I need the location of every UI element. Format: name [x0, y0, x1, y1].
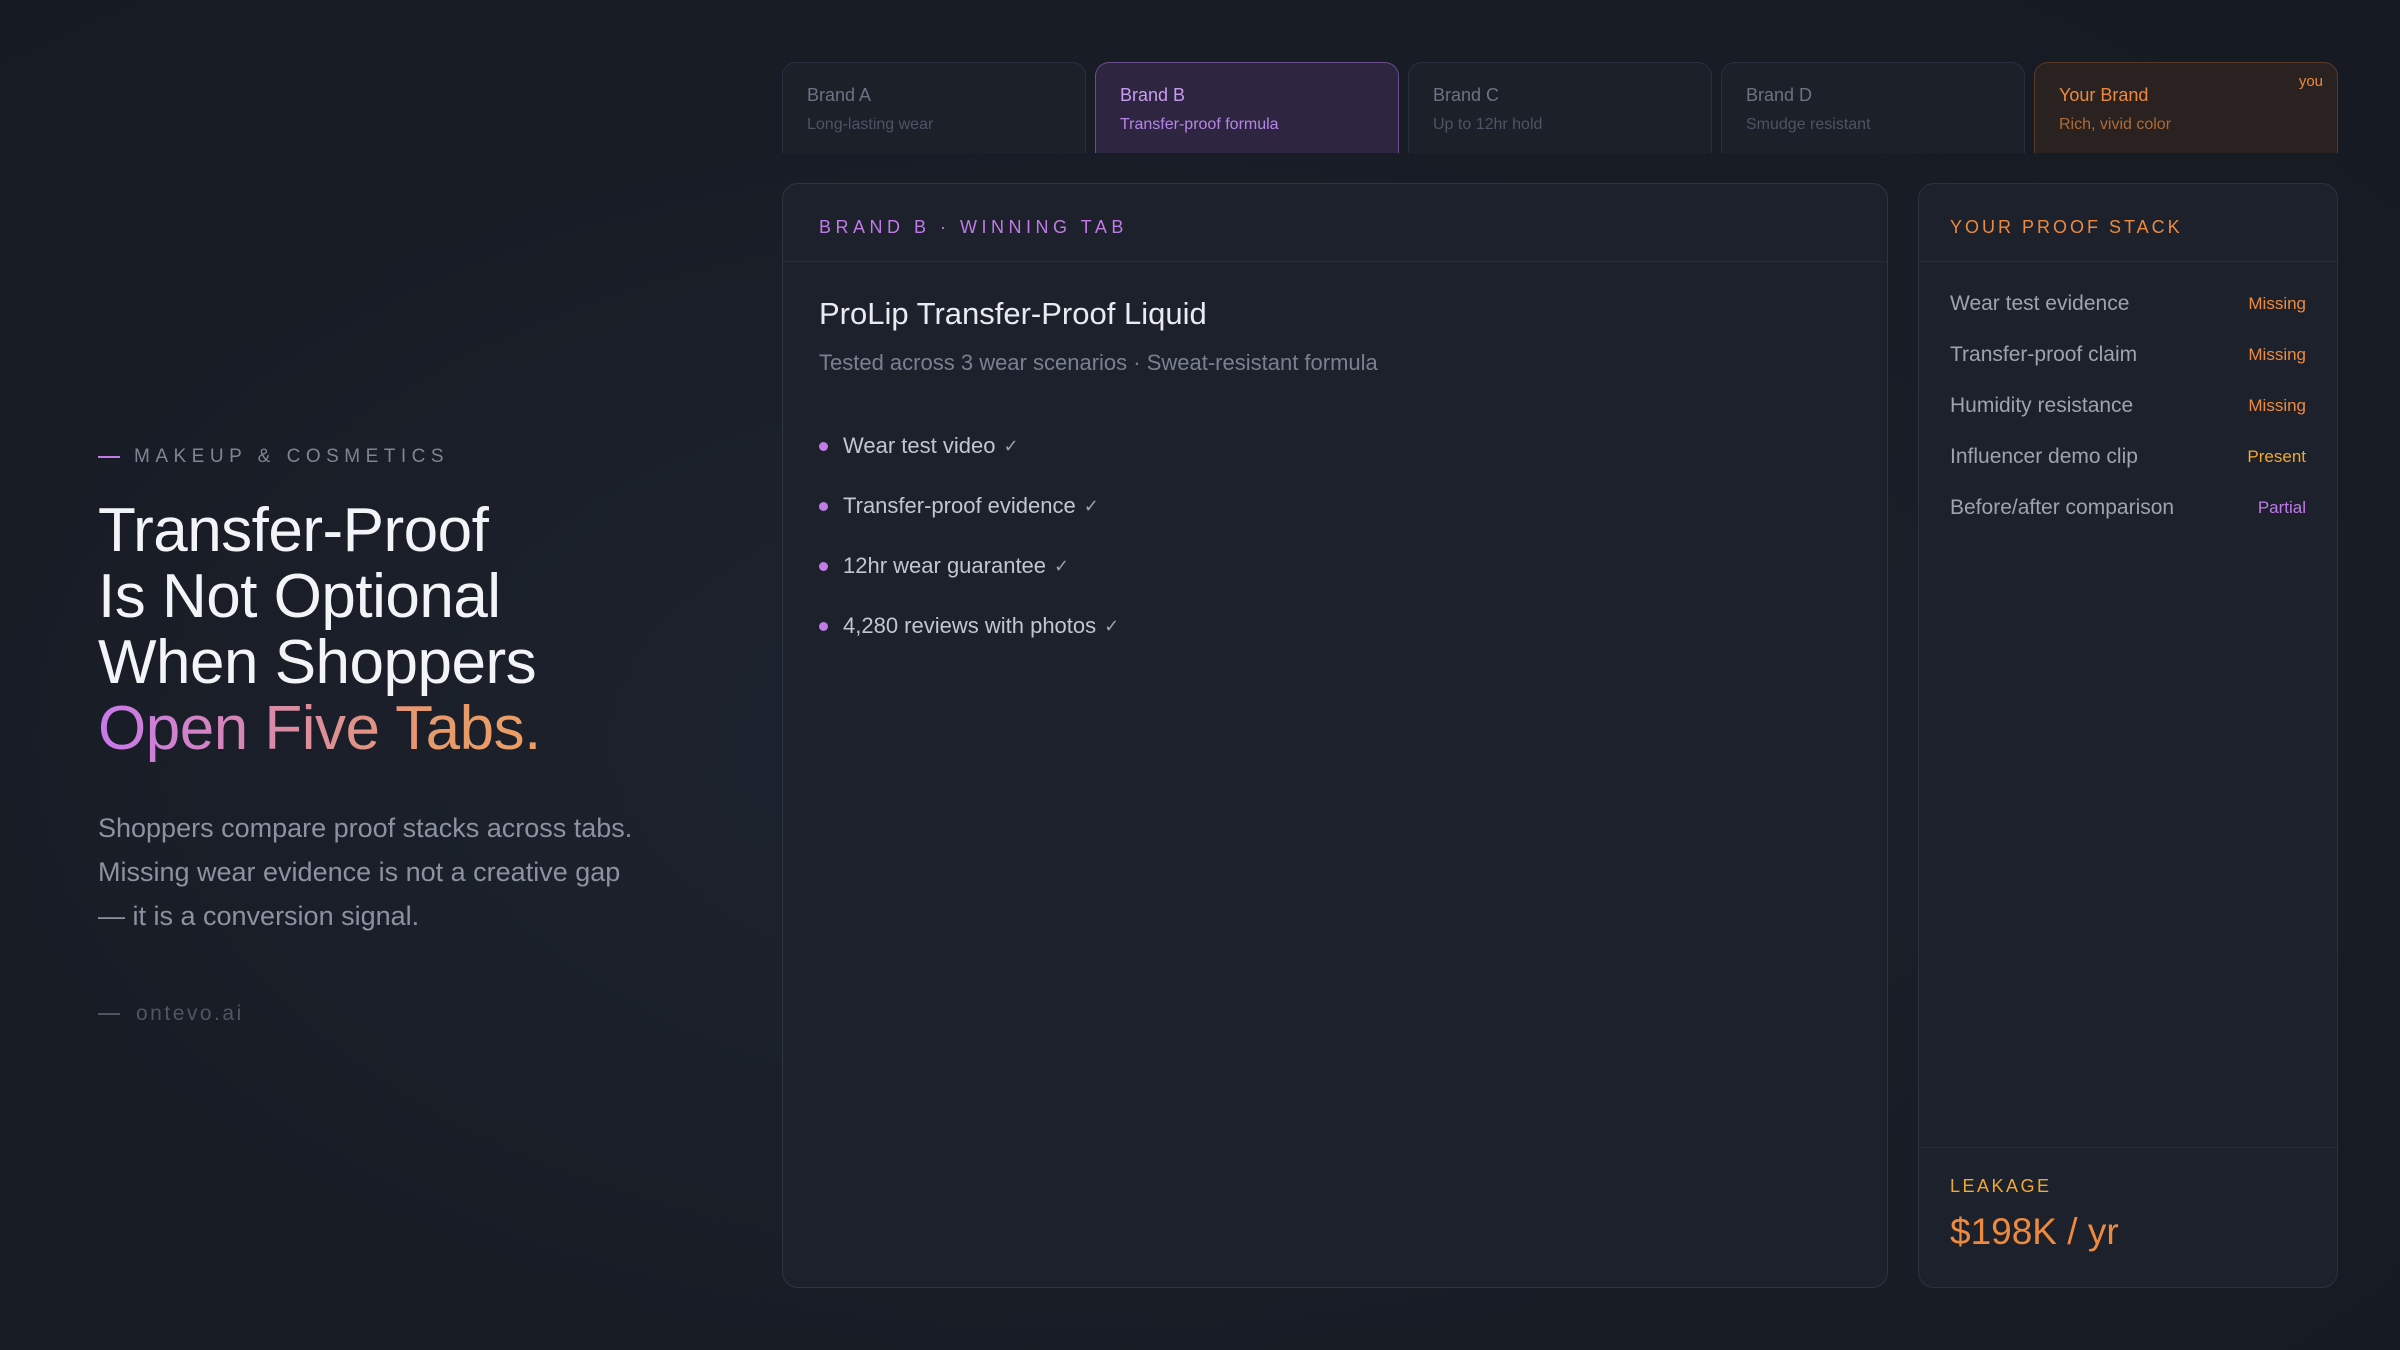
proof-label: Influencer demo clip	[1950, 444, 2138, 468]
tab-name: Brand A	[807, 85, 872, 105]
proof-stack-list: Wear test evidence Missing Transfer-proo…	[1919, 262, 2337, 533]
product-subtitle: Tested across 3 wear scenarios · Sweat-r…	[819, 350, 1378, 375]
status-badge: Missing	[2248, 344, 2306, 364]
list-item: Humidity resistance Missing	[1950, 380, 2306, 431]
tab-subtitle: Rich, vivid color	[2059, 116, 2172, 133]
list-item: Influencer demo clip Present	[1950, 431, 2306, 482]
leakage-label: LEAKAGE	[1950, 1176, 2052, 1196]
eyebrow-dash	[98, 456, 120, 458]
winning-tab-panel: BRAND B · WINNING TAB ProLip Transfer-Pr…	[782, 183, 1888, 1288]
signature-dash	[98, 1013, 120, 1015]
tab-brand-c[interactable]: Brand C Up to 12hr hold	[1408, 62, 1712, 153]
panel-header: BRAND B · WINNING TAB	[783, 184, 1887, 262]
checkmark-icon: ✓	[1104, 615, 1120, 636]
status-badge: Partial	[2257, 497, 2306, 517]
list-item: 4,280 reviews with photos ✓	[819, 596, 1887, 656]
tab-subtitle: Transfer-proof formula	[1120, 116, 1279, 133]
status-badge: Missing	[2248, 395, 2306, 415]
bullet-dot-icon	[819, 501, 828, 511]
proof-stack-panel: YOUR PROOF STACK Wear test evidence Miss…	[1918, 183, 2338, 1288]
proof-label: Before/after comparison	[1950, 495, 2175, 519]
status-badge: Missing	[2248, 293, 2306, 313]
tab-brand-d[interactable]: Brand D Smudge resistant	[1721, 62, 2025, 153]
proof-label: Transfer-proof claim	[1950, 342, 2138, 366]
list-item: Transfer-proof claim Missing	[1950, 329, 2306, 380]
check-label: Wear test video	[843, 433, 996, 458]
headline-line-1: Transfer-Proof	[98, 496, 489, 565]
list-item: Transfer-proof evidence ✓	[819, 476, 1887, 536]
you-badge: you	[2298, 73, 2323, 90]
bullet-dot-icon	[819, 441, 828, 451]
tab-subtitle: Smudge resistant	[1746, 116, 1871, 133]
tab-your-brand[interactable]: you Your Brand Rich, vivid color	[2034, 62, 2338, 153]
signature: ontevo.ai	[98, 1002, 658, 1026]
tab-name: Your Brand	[2059, 85, 2149, 105]
tab-subtitle: Long-lasting wear	[807, 116, 934, 133]
brand-tabs: Brand A Long-lasting wear Brand B Transf…	[782, 62, 2338, 153]
checkmark-icon: ✓	[1054, 555, 1070, 576]
tab-brand-a[interactable]: Brand A Long-lasting wear	[782, 62, 1086, 153]
tab-name: Brand B	[1120, 85, 1186, 105]
headline-line-2: Is Not Optional	[98, 562, 501, 631]
checkmark-icon: ✓	[1003, 435, 1019, 456]
panel-header: YOUR PROOF STACK	[1919, 184, 2337, 262]
tab-name: Brand C	[1433, 85, 1500, 105]
checkmark-icon: ✓	[1083, 495, 1099, 516]
list-item: Wear test evidence Missing	[1950, 278, 2306, 329]
list-item: Wear test video ✓	[819, 416, 1887, 476]
check-label: 4,280 reviews with photos	[843, 613, 1097, 638]
product-title: ProLip Transfer-Proof Liquid	[819, 296, 1207, 331]
headline-accent: Open Five Tabs.	[98, 696, 658, 762]
leakage-value: $198K / yr	[1950, 1211, 2119, 1252]
proof-label: Wear test evidence	[1950, 291, 2130, 315]
hero-section: MAKEUP & COSMETICS Transfer-Proof Is Not…	[98, 446, 658, 1026]
list-item: 12hr wear guarantee ✓	[819, 536, 1887, 596]
proof-checklist: Wear test video ✓ Transfer-proof evidenc…	[819, 416, 1887, 656]
status-badge: Present	[2247, 446, 2306, 466]
panel-content: ProLip Transfer-Proof Liquid Tested acro…	[783, 262, 1887, 656]
check-label: 12hr wear guarantee	[843, 553, 1047, 578]
eyebrow-label: MAKEUP & COSMETICS	[134, 446, 450, 467]
headline: Transfer-Proof Is Not Optional When Shop…	[98, 498, 658, 762]
signature-text: ontevo.ai	[136, 1002, 244, 1025]
bullet-dot-icon	[819, 561, 828, 571]
list-item: Before/after comparison Partial	[1950, 482, 2306, 533]
body-copy: Shoppers compare proof stacks across tab…	[98, 813, 633, 931]
tab-brand-b[interactable]: Brand B Transfer-proof formula	[1095, 62, 1399, 153]
tab-name: Brand D	[1746, 85, 1813, 105]
proof-label: Humidity resistance	[1950, 393, 2134, 417]
category-eyebrow: MAKEUP & COSMETICS	[98, 446, 658, 468]
headline-line-3: When Shoppers	[98, 628, 537, 697]
leakage-summary: LEAKAGE $198K / yr	[1919, 1147, 2337, 1287]
tab-subtitle: Up to 12hr hold	[1433, 116, 1543, 133]
bullet-dot-icon	[819, 621, 828, 631]
check-label: Transfer-proof evidence	[843, 493, 1076, 518]
